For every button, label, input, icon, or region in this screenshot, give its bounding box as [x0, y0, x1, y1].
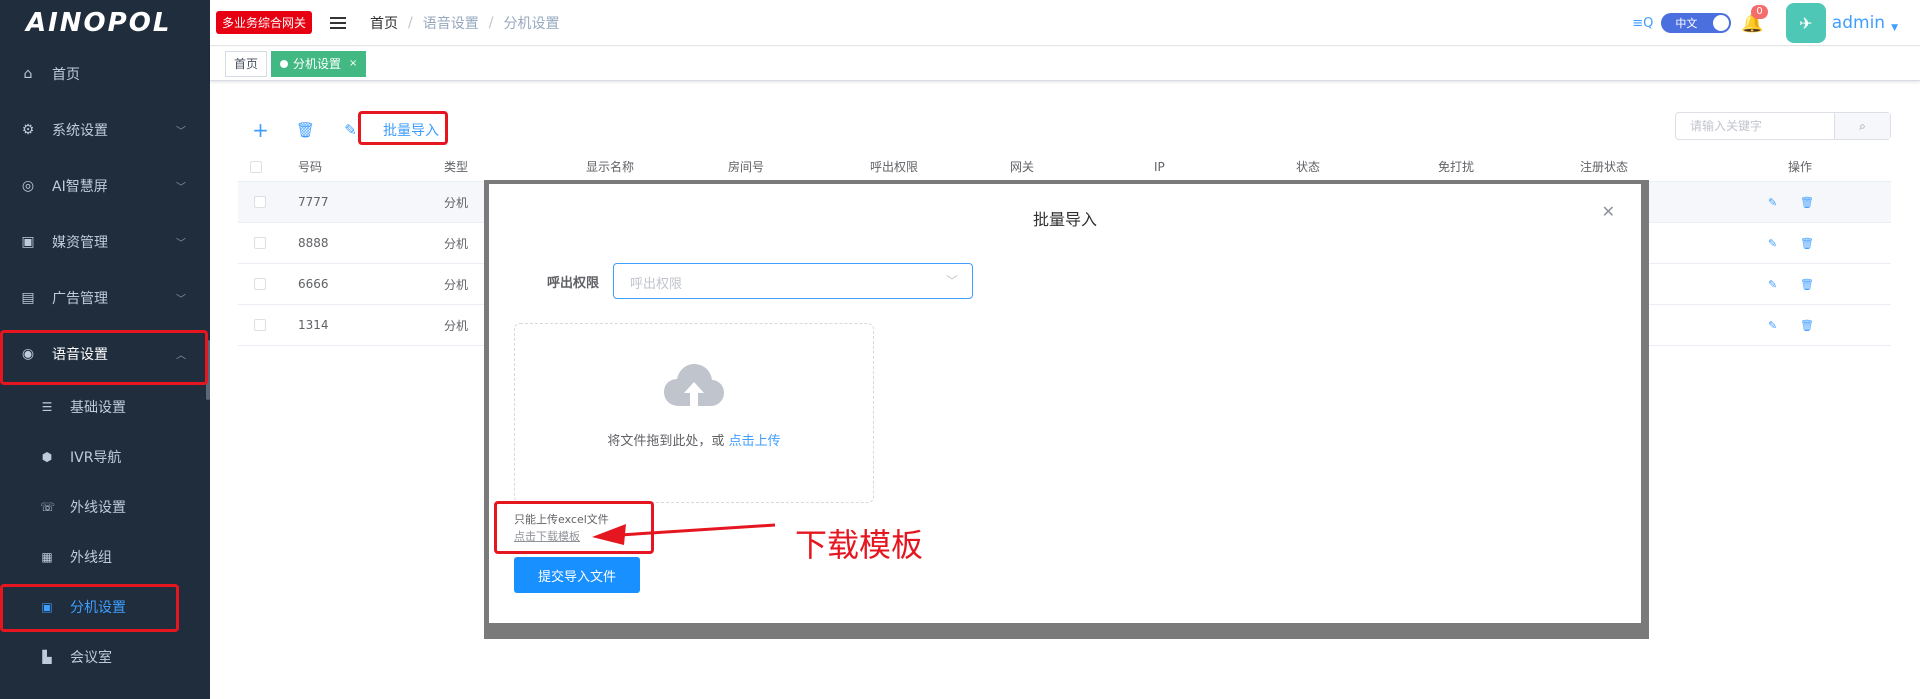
- annotation-label: 下载模板: [795, 526, 924, 564]
- annotation-arrow: [592, 523, 776, 545]
